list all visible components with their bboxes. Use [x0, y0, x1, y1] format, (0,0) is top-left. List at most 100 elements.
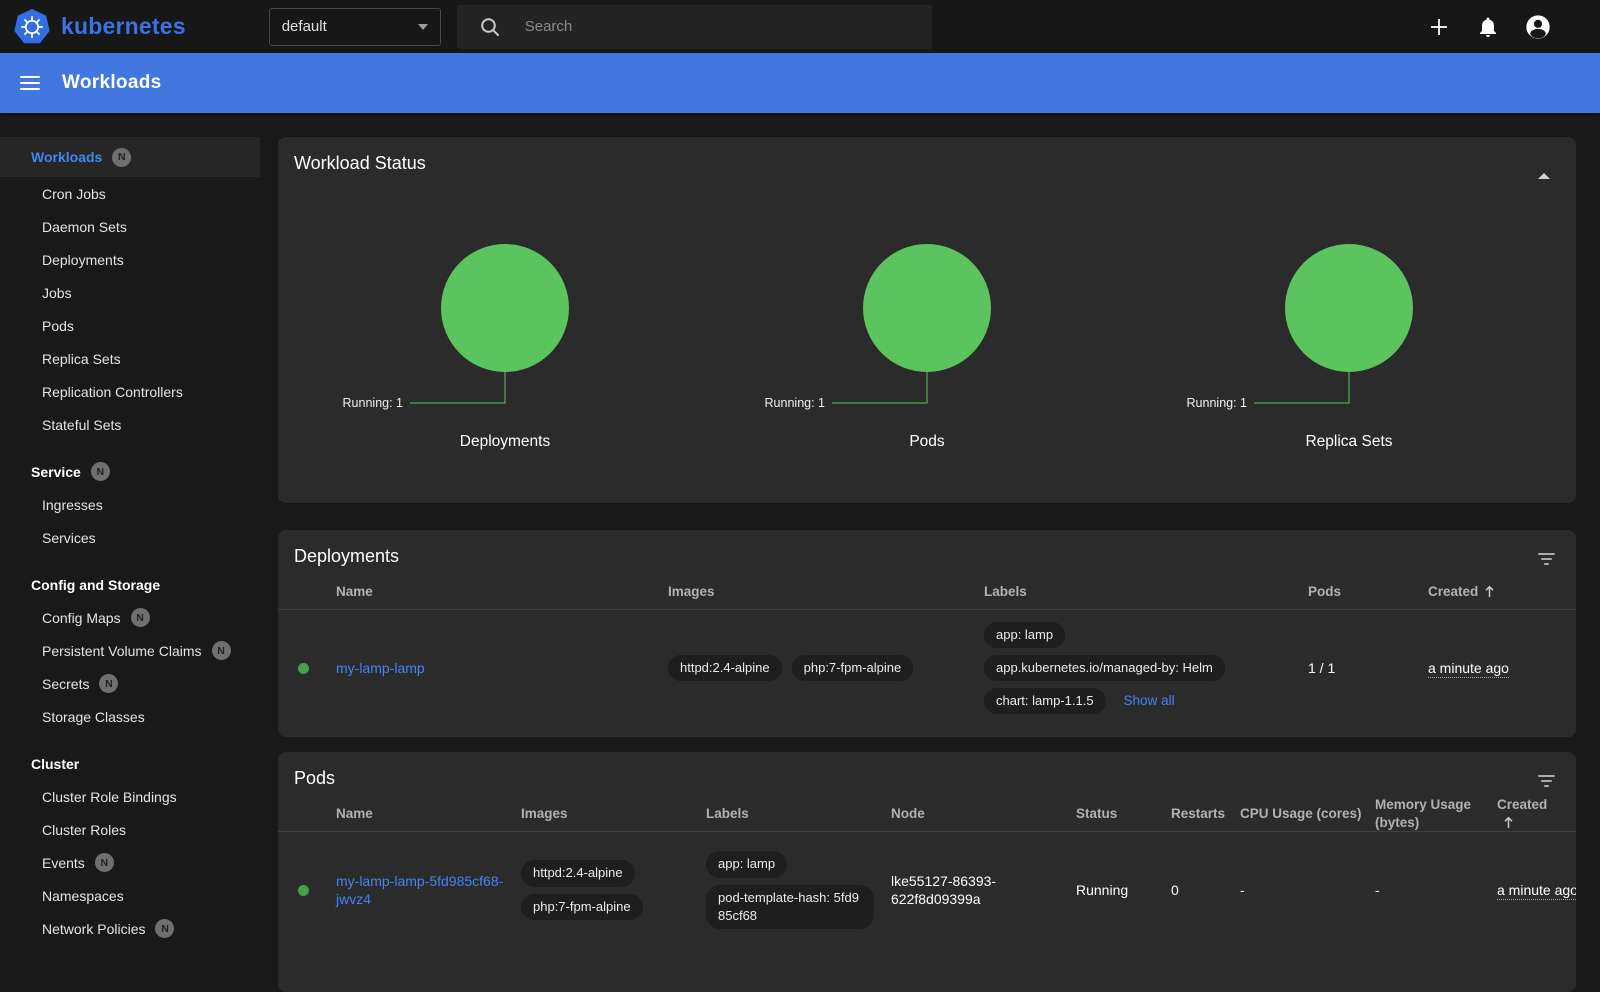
- search-input[interactable]: [523, 17, 903, 36]
- plus-icon: [1426, 14, 1452, 40]
- sidebar-item-secrets[interactable]: Secrets N: [0, 667, 260, 700]
- deployment-name-link[interactable]: my-lamp-lamp: [336, 659, 425, 677]
- account-icon: [1524, 13, 1552, 41]
- deployments-header-row: Name Images Labels Pods Created: [278, 574, 1576, 610]
- sidebar-item-cluster-role-bindings[interactable]: Cluster Role Bindings: [0, 780, 260, 813]
- sidebar-item-pods[interactable]: Pods: [0, 309, 260, 342]
- show-all-link[interactable]: Show all: [1124, 692, 1175, 710]
- new-badge: N: [212, 641, 231, 660]
- create-button[interactable]: [1426, 14, 1452, 40]
- brand-text: kubernetes: [61, 13, 186, 40]
- pie-slice-running: [1285, 244, 1413, 372]
- column-header-status: Status: [1076, 805, 1171, 823]
- new-badge: N: [95, 853, 114, 872]
- search-icon: [479, 16, 501, 38]
- labels-cell: app: lamp app.kubernetes.io/managed-by: …: [984, 622, 1308, 715]
- chevron-down-icon: [418, 24, 428, 30]
- created-ago: a minute ago: [1497, 882, 1576, 900]
- sidebar: Workloads N Cron Jobs Daemon Sets Deploy…: [0, 113, 260, 992]
- images-cell: httpd:2.4-alpine php:7-fpm-alpine: [668, 655, 984, 681]
- pods-header-row: Name Images Labels Node Status Restarts …: [278, 796, 1576, 832]
- label-chip: app: lamp: [706, 851, 787, 877]
- column-header-cpu: CPU Usage (cores): [1240, 805, 1375, 823]
- sidebar-item-cron-jobs[interactable]: Cron Jobs: [0, 177, 260, 210]
- sidebar-item-services[interactable]: Services: [0, 521, 260, 554]
- sidebar-item-deployments[interactable]: Deployments: [0, 243, 260, 276]
- sidebar-item-storage-classes[interactable]: Storage Classes: [0, 700, 260, 733]
- namespace-value: default: [282, 18, 327, 35]
- sort-ascending-icon: [1484, 585, 1495, 598]
- pie-slice-running: [441, 244, 569, 372]
- labels-cell: app: lamp pod-template-hash: 5fd985cf68: [706, 851, 891, 929]
- sidebar-section-cluster: Cluster: [0, 747, 260, 780]
- sidebar-item-daemon-sets[interactable]: Daemon Sets: [0, 210, 260, 243]
- label-chip: app.kubernetes.io/managed-by: Helm: [984, 655, 1225, 681]
- kubernetes-logo[interactable]: kubernetes: [0, 9, 186, 45]
- column-header-created[interactable]: Created: [1497, 796, 1576, 831]
- filter-button[interactable]: [1534, 770, 1558, 792]
- pods-card: Pods Name Images Labels Node Status Rest…: [278, 752, 1576, 992]
- status-ok-dot: [298, 885, 309, 896]
- collapse-up-icon: [1538, 158, 1550, 179]
- sidebar-item-namespaces[interactable]: Namespaces: [0, 879, 260, 912]
- pod-cpu: -: [1240, 881, 1375, 899]
- new-badge: N: [155, 919, 174, 938]
- pods-title: Pods: [278, 752, 1576, 790]
- sidebar-item-network-policies[interactable]: Network Policies N: [0, 912, 260, 945]
- sidebar-item-replica-sets[interactable]: Replica Sets: [0, 342, 260, 375]
- sidebar-item-persistent-volume-claims[interactable]: Persistent Volume Claims N: [0, 634, 260, 667]
- menu-button[interactable]: [18, 71, 42, 95]
- column-header-labels: Labels: [706, 805, 891, 823]
- column-header-labels: Labels: [984, 583, 1308, 601]
- account-button[interactable]: [1524, 13, 1552, 41]
- new-badge: N: [99, 674, 118, 693]
- sidebar-item-replication-controllers[interactable]: Replication Controllers: [0, 375, 260, 408]
- image-chip: php:7-fpm-alpine: [521, 894, 643, 920]
- sidebar-item-events[interactable]: Events N: [0, 846, 260, 879]
- deployments-card: Deployments Name Images Labels Pods Crea…: [278, 530, 1576, 737]
- pie-label: Running: 1: [765, 396, 826, 410]
- label-chip: chart: lamp-1.1.5: [984, 688, 1106, 714]
- column-header-name: Name: [336, 583, 668, 601]
- filter-icon: [1538, 775, 1555, 777]
- collapse-button[interactable]: [1530, 153, 1558, 177]
- workload-chart-pods: Running: 1 Pods: [716, 215, 1138, 451]
- workload-chart-replica-sets: Running: 1 Replica Sets: [1138, 215, 1560, 451]
- column-header-name: Name: [336, 805, 521, 823]
- label-chip: pod-template-hash: 5fd985cf68: [706, 885, 874, 929]
- column-header-node: Node: [891, 805, 1076, 823]
- sidebar-item-cluster-roles[interactable]: Cluster Roles: [0, 813, 260, 846]
- filter-icon: [1538, 553, 1555, 555]
- new-badge: N: [131, 608, 150, 627]
- app-bar: Workloads: [0, 53, 1600, 113]
- sidebar-item-config-maps[interactable]: Config Maps N: [0, 601, 260, 634]
- namespace-selector[interactable]: default: [269, 8, 441, 46]
- new-badge: N: [112, 148, 131, 167]
- search-bar[interactable]: [457, 5, 932, 49]
- workload-chart-deployments: Running: 1 Deployments: [294, 215, 716, 451]
- images-cell: httpd:2.4-alpine php:7-fpm-alpine: [521, 860, 706, 919]
- kubernetes-logo-icon: [14, 9, 50, 45]
- column-header-images: Images: [521, 805, 706, 823]
- sidebar-section-service: Service N: [0, 455, 260, 488]
- column-header-created[interactable]: Created: [1428, 583, 1576, 601]
- new-badge: N: [91, 462, 110, 481]
- sidebar-item-workloads[interactable]: Workloads N: [0, 137, 260, 177]
- pod-restarts: 0: [1171, 881, 1240, 899]
- page-title: Workloads: [62, 72, 161, 94]
- sidebar-section-config-and-storage: Config and Storage: [0, 568, 260, 601]
- topbar-actions: [1426, 13, 1600, 41]
- pod-name-link[interactable]: my-lamp-lamp-5fd985cf68-jwvz4: [336, 872, 509, 908]
- sort-ascending-icon: [1503, 816, 1514, 829]
- sidebar-item-ingresses[interactable]: Ingresses: [0, 488, 260, 521]
- notifications-button[interactable]: [1476, 15, 1500, 39]
- bell-icon: [1476, 15, 1500, 39]
- column-header-images: Images: [668, 583, 984, 601]
- sidebar-item-jobs[interactable]: Jobs: [0, 276, 260, 309]
- column-header-restarts: Restarts: [1171, 805, 1240, 823]
- sidebar-item-stateful-sets[interactable]: Stateful Sets: [0, 408, 260, 441]
- column-header-memory: Memory Usage (bytes): [1375, 796, 1497, 831]
- label-chip: app: lamp: [984, 622, 1065, 648]
- filter-button[interactable]: [1534, 548, 1558, 570]
- menu-icon: [20, 76, 40, 78]
